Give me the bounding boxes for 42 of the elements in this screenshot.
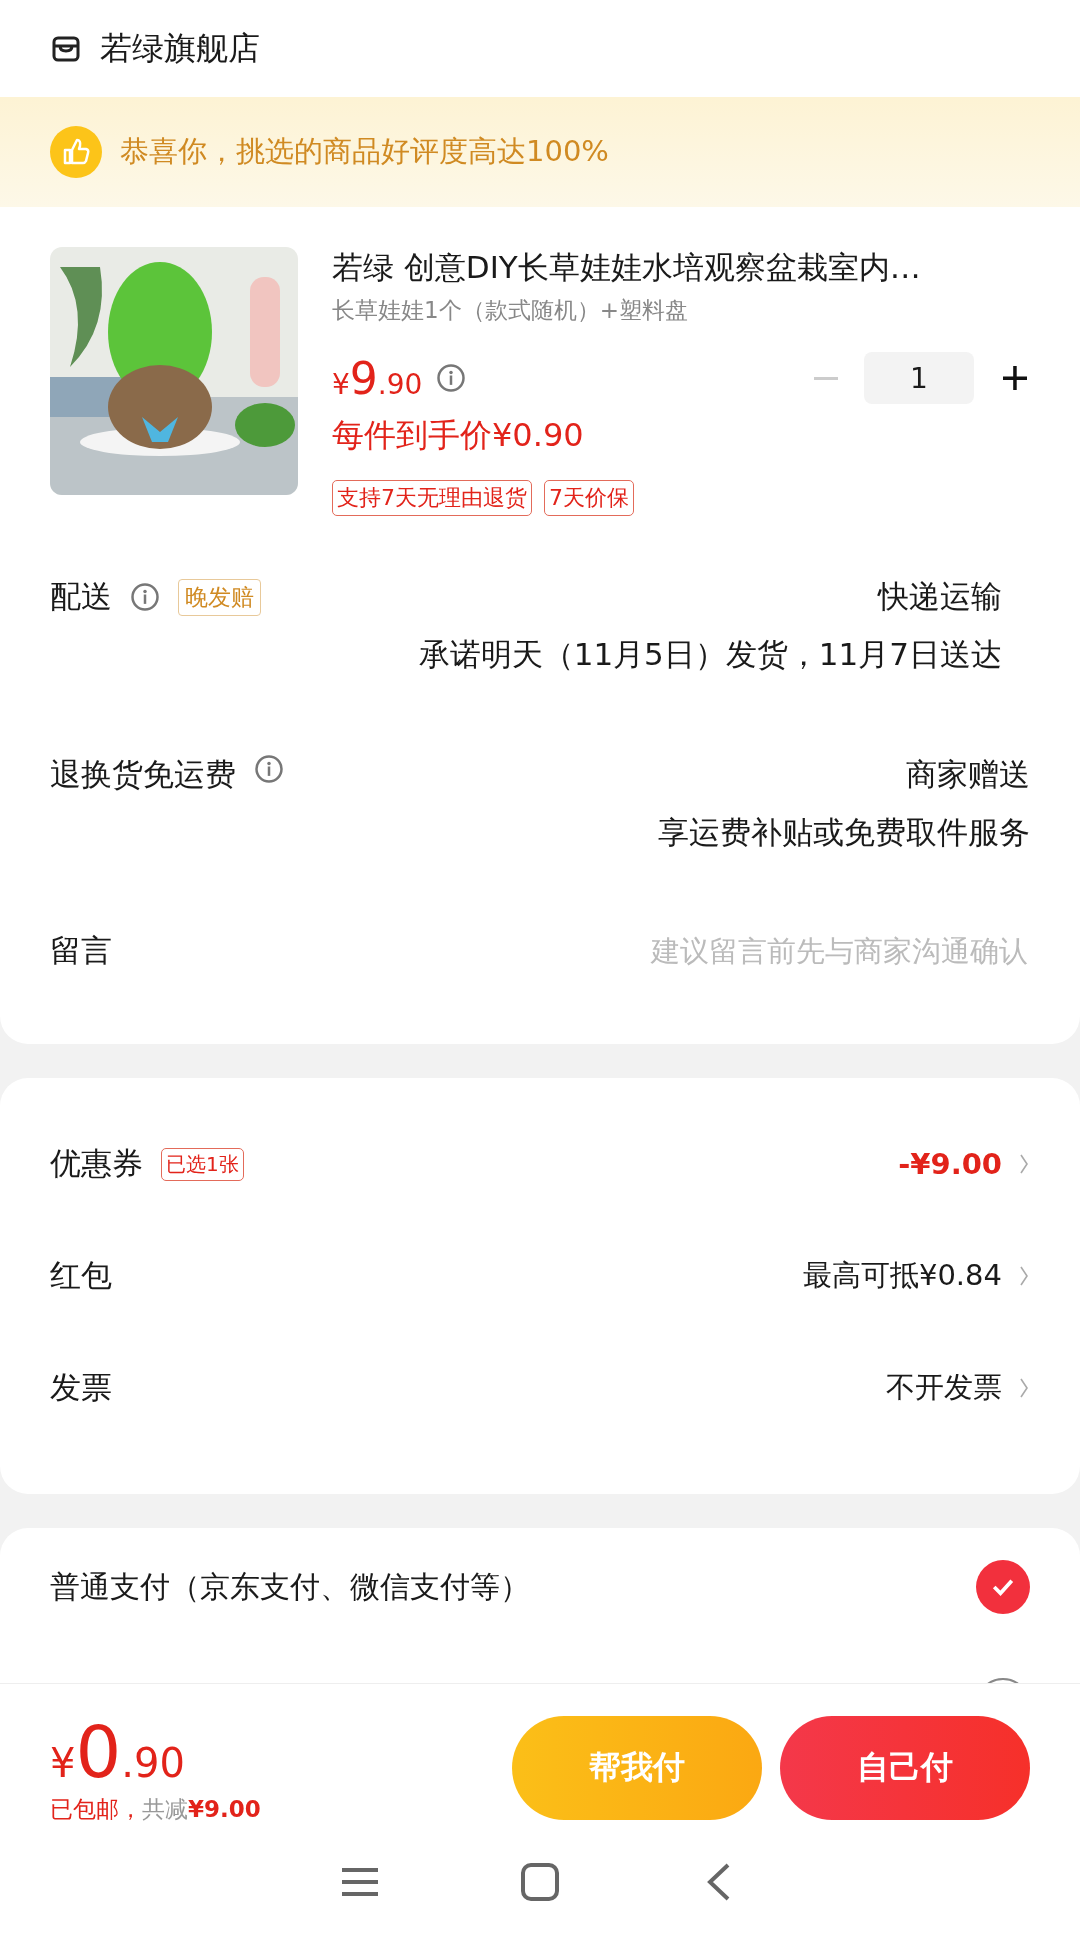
total-price: ¥0.90	[50, 1710, 186, 1794]
plus-button[interactable]	[1000, 363, 1030, 393]
discount-label: 发票	[50, 1368, 112, 1407]
service-tag: 7天价保	[544, 480, 634, 516]
discount-label: 红包	[50, 1256, 112, 1295]
info-icon[interactable]	[130, 582, 160, 612]
chevron-icon	[1018, 1152, 1030, 1176]
info-icon[interactable]	[254, 754, 284, 784]
store-icon	[52, 34, 80, 63]
radio-button[interactable]	[976, 1560, 1030, 1614]
thumbs-up-icon	[50, 126, 102, 178]
chevron-icon	[1018, 1376, 1030, 1400]
discount-value[interactable]: 不开发票	[886, 1368, 1002, 1408]
banner-text: 恭喜你，挑选的商品好评度高达100%	[120, 133, 609, 170]
delivery-promise: 承诺明天（11月5日）发货，11月7日送达	[418, 635, 1002, 674]
unit-price: 每件到手价¥0.90	[332, 415, 585, 456]
message-label: 留言	[50, 931, 112, 970]
selected-count-tag: 已选1张	[161, 1147, 244, 1181]
chevron-icon	[1018, 1264, 1030, 1288]
discount-value[interactable]: -¥9.00	[898, 1147, 1002, 1181]
return-note: 享运费补贴或免费取件服务	[658, 813, 1030, 852]
service-tag: 支持7天无理由退货	[332, 480, 532, 516]
savings-text: 已包邮，共减¥9.00	[50, 1795, 261, 1824]
store-name[interactable]: 若绿旗舰店	[100, 26, 260, 71]
payment-option-label: 普通支付（京东支付、微信支付等）	[50, 1567, 530, 1606]
product-price: ¥9.90	[332, 352, 423, 404]
discount-label: 优惠券	[50, 1144, 143, 1183]
plus-icon	[1000, 363, 1030, 393]
quantity-field[interactable]: 1	[864, 352, 974, 404]
product-title[interactable]: 若绿 创意DIY长草娃娃水培观察盆栽室内…	[332, 247, 1030, 289]
info-icon[interactable]	[436, 363, 467, 393]
minus-icon	[814, 376, 838, 380]
return-value: 商家赠送	[906, 755, 1030, 794]
message-field[interactable]: 建议留言前先与商家沟通确认	[506, 933, 1030, 969]
product-variant: 长草娃娃1个（款式随机）+塑料盘	[332, 296, 689, 325]
delivery-label: 配送	[50, 577, 112, 616]
discount-value[interactable]: 最高可抵¥0.84	[802, 1256, 1002, 1296]
pay-button[interactable]: 自己付	[780, 1715, 1030, 1820]
late-compensation-tag: 晚发赔	[178, 578, 261, 616]
delivery-method[interactable]: 快递运输	[878, 576, 1002, 618]
home-icon[interactable]	[520, 1862, 560, 1902]
return-label: 退换货免运费	[50, 755, 236, 794]
